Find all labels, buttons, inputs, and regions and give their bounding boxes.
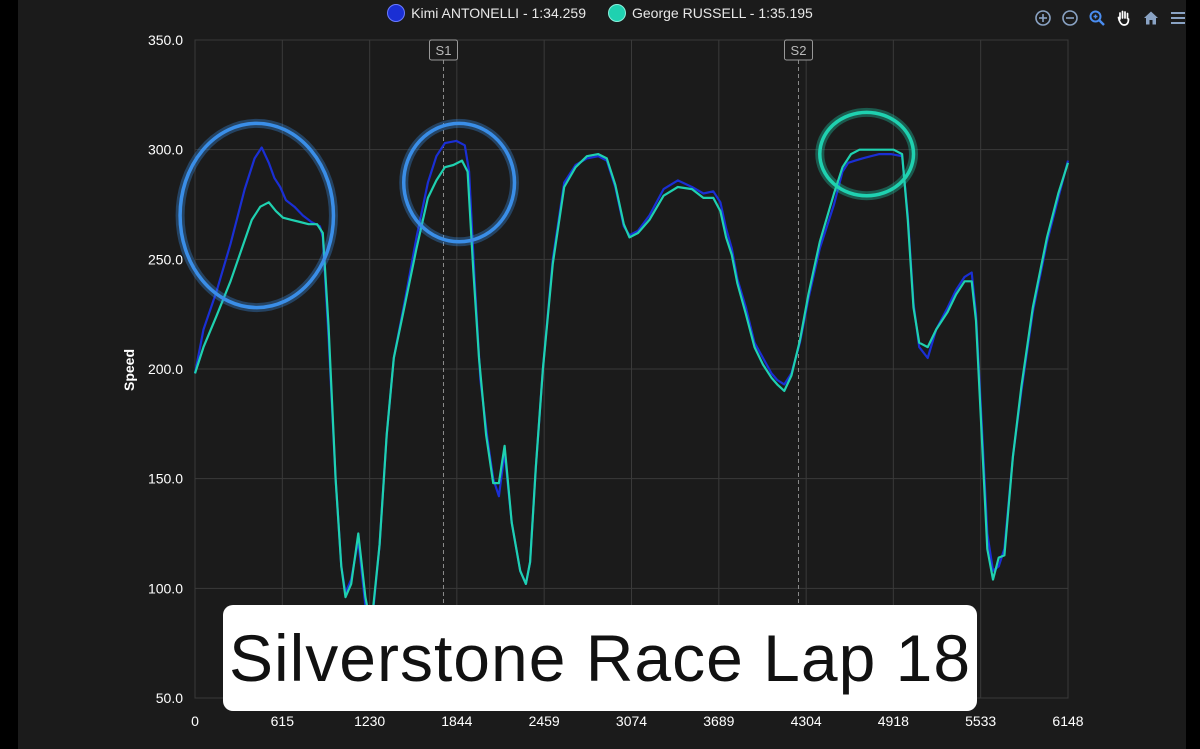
legend-label-russell: George RUSSELL - 1:35.195 [632, 5, 813, 21]
caption-overlay: Silverstone Race Lap 18 [223, 605, 977, 711]
pan-hand-icon[interactable] [1114, 8, 1134, 28]
zoom-out-icon[interactable] [1060, 8, 1080, 28]
zoom-in-icon[interactable] [1033, 8, 1053, 28]
y-axis-ticks: 50.0 100.0 150.0 200.0 250.0 300.0 350.0 [148, 32, 183, 706]
x-tick-label: 2459 [529, 713, 560, 729]
y-tick-label: 300.0 [148, 142, 183, 158]
y-tick-label: 250.0 [148, 251, 183, 267]
x-axis-ticks: 0 615 1230 1844 2459 3074 3689 4304 4918 5533 6148 [191, 713, 1084, 729]
y-tick-label: 200.0 [148, 361, 183, 377]
highlight-circle [818, 110, 916, 198]
x-tick-label: 4304 [791, 713, 822, 729]
sector-label: S2 [791, 43, 807, 58]
legend-item-antonelli[interactable]: Kimi ANTONELLI - 1:34.259 [387, 4, 586, 22]
zoom-select-icon[interactable] [1087, 8, 1107, 28]
highlight-circle [401, 121, 517, 244]
legend-label-antonelli: Kimi ANTONELLI - 1:34.259 [411, 5, 586, 21]
y-tick-label: 50.0 [156, 690, 183, 706]
highlight-circle [178, 121, 336, 310]
legend-dot-antonelli [387, 4, 406, 22]
x-tick-label: 6148 [1052, 713, 1083, 729]
x-tick-label: 4918 [878, 713, 909, 729]
x-tick-label: 3074 [616, 713, 647, 729]
x-tick-label: 1230 [354, 713, 385, 729]
home-icon[interactable] [1141, 8, 1161, 28]
legend: Kimi ANTONELLI - 1:34.259 George RUSSELL… [0, 4, 1200, 22]
chart-toolbar [1033, 8, 1188, 28]
y-tick-label: 100.0 [148, 580, 183, 596]
legend-item-russell[interactable]: George RUSSELL - 1:35.195 [608, 4, 813, 22]
y-axis-label: Speed [121, 349, 137, 391]
x-tick-label: 1844 [441, 713, 472, 729]
y-tick-label: 350.0 [148, 32, 183, 48]
menu-icon[interactable] [1168, 8, 1188, 28]
legend-dot-russell [608, 4, 626, 22]
grid [194, 39, 1069, 699]
x-tick-label: 0 [191, 713, 199, 729]
y-tick-label: 150.0 [148, 471, 183, 487]
x-tick-label: 3689 [703, 713, 734, 729]
x-tick-label: 615 [271, 713, 295, 729]
highlight-circles [175, 107, 919, 313]
x-tick-label: 5533 [965, 713, 996, 729]
sector-label: S1 [436, 43, 452, 58]
